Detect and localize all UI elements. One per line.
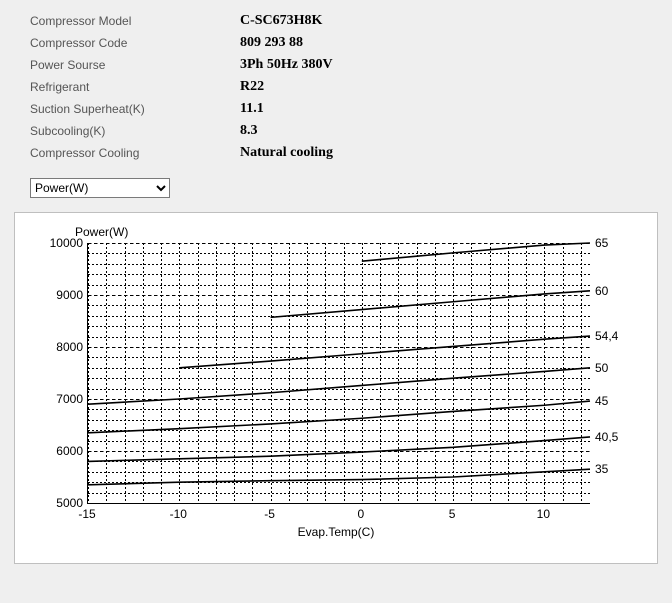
chart-lines — [88, 243, 590, 503]
spec-label: Refrigerant — [30, 80, 240, 94]
chart-frame: Power(W) Evap.Temp(C) 5000 6000 7000 8000 90… — [29, 225, 643, 555]
spec-value: R22 — [240, 79, 264, 95]
y-tick-label: 10000 — [33, 236, 83, 250]
spec-label: Compressor Code — [30, 36, 240, 50]
plot-area — [87, 243, 590, 504]
spec-label: Compressor Cooling — [30, 146, 240, 160]
x-tick-label: -10 — [170, 507, 187, 521]
series-label: 54,4 — [595, 329, 618, 343]
chart-type-select[interactable]: Power(W) — [30, 178, 170, 198]
x-tick-label: 10 — [537, 507, 550, 521]
chart-y-title: Power(W) — [75, 225, 128, 239]
series-line — [179, 336, 590, 368]
series-label: 35 — [595, 462, 608, 476]
x-tick-label: 0 — [357, 507, 364, 521]
y-tick-label: 7000 — [33, 392, 83, 406]
series-label: 65 — [595, 236, 608, 250]
series-label: 40,5 — [595, 430, 618, 444]
y-tick-label: 5000 — [33, 496, 83, 510]
spec-value: 809 293 88 — [240, 35, 303, 51]
series-label: 50 — [595, 361, 608, 375]
spec-row: Compressor ModelC-SC673H8K — [30, 10, 642, 32]
spec-row: RefrigerantR22 — [30, 76, 642, 98]
spec-row: Compressor CoolingNatural cooling — [30, 142, 642, 164]
chart-select-wrap: Power(W) — [0, 172, 672, 208]
spec-row: Power Sourse3Ph 50Hz 380V — [30, 54, 642, 76]
y-tick-label: 8000 — [33, 340, 83, 354]
spec-row: Compressor Code809 293 88 — [30, 32, 642, 54]
spec-value: Natural cooling — [240, 145, 333, 161]
spec-value: 3Ph 50Hz 380V — [240, 57, 333, 73]
x-tick-label: -5 — [264, 507, 275, 521]
spec-row: Subcooling(K)8.3 — [30, 120, 642, 142]
series-line — [88, 401, 590, 433]
spec-label: Suction Superheat(K) — [30, 102, 240, 116]
spec-label: Subcooling(K) — [30, 124, 240, 138]
spec-label: Power Sourse — [30, 58, 240, 72]
spec-label: Compressor Model — [30, 14, 240, 28]
series-line — [362, 243, 590, 261]
x-tick-label: -15 — [78, 507, 95, 521]
spec-value: 8.3 — [240, 123, 258, 139]
spec-row: Suction Superheat(K)11.1 — [30, 98, 642, 120]
spec-value: C-SC673H8K — [240, 13, 322, 29]
chart-panel: Power(W) Evap.Temp(C) 5000 6000 7000 8000 90… — [14, 212, 658, 564]
series-label: 45 — [595, 394, 608, 408]
x-tick-label: 5 — [449, 507, 456, 521]
y-tick-label: 6000 — [33, 444, 83, 458]
series-label: 60 — [595, 284, 608, 298]
chart-x-title: Evap.Temp(C) — [29, 525, 643, 539]
spec-value: 11.1 — [240, 101, 264, 117]
y-tick-label: 9000 — [33, 288, 83, 302]
spec-table: Compressor ModelC-SC673H8KCompressor Cod… — [0, 0, 672, 172]
